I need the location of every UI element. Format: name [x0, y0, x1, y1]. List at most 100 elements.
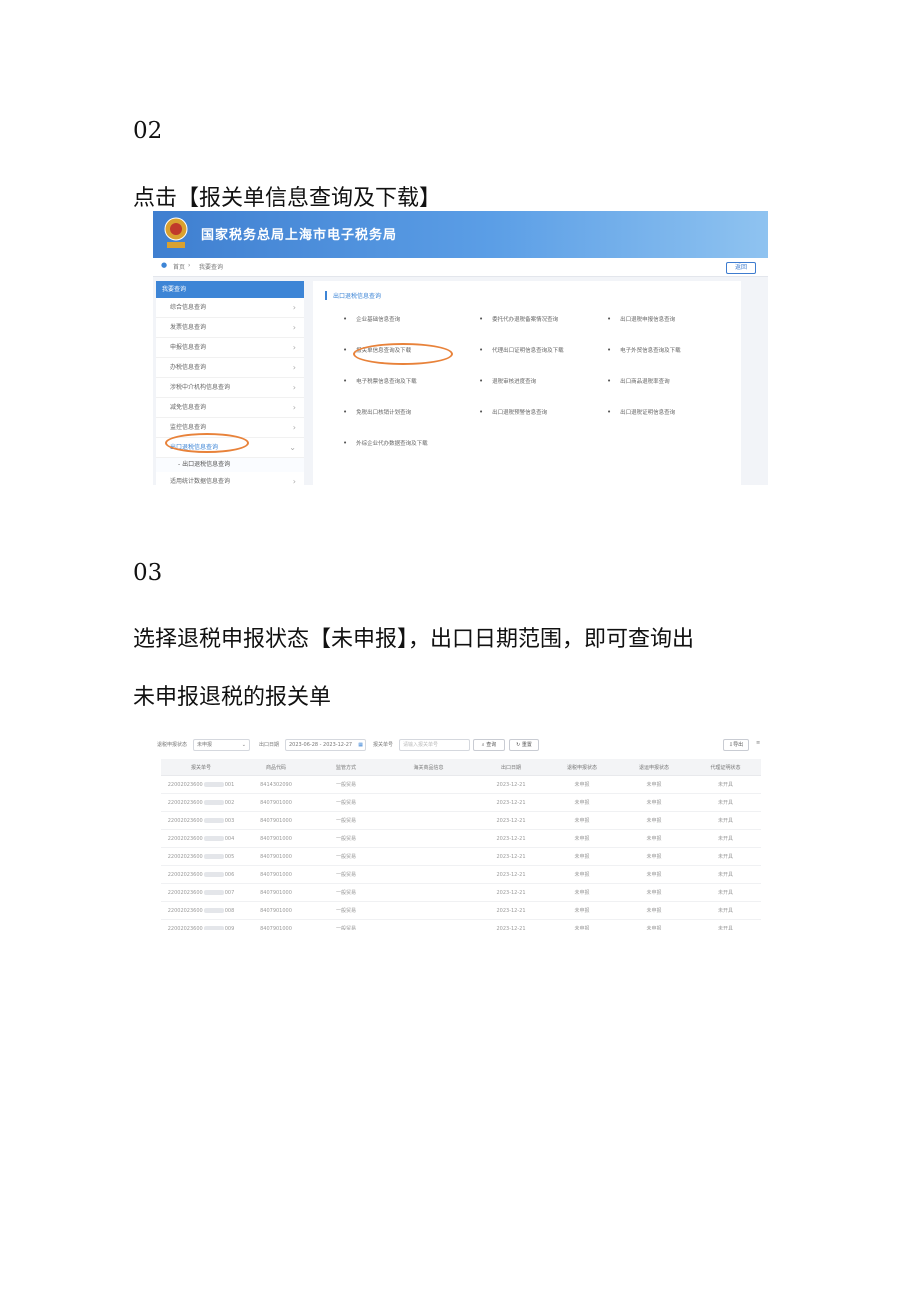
table-row[interactable]: 22002023600 009 8407901000 一般贸易 2023-12-21 未申… [161, 919, 761, 931]
sidebar-item[interactable]: 减免信息查询 › [156, 398, 304, 418]
cell-refund-status: 未申报 [546, 919, 618, 930]
sidebar: 我要查询 综合信息查询 › 发票信息查询 › 申报信息查询 › 办税信息查询 › 涉税中介机构信… [156, 281, 304, 485]
cell-product-code: 8407901000 [241, 793, 311, 812]
sidebar-item-last[interactable]: 适用统计数据信息查询 › [156, 472, 304, 485]
cell-trade-mode: 一般贸易 [311, 775, 381, 794]
cell-product-code: 8407901000 [241, 901, 311, 920]
chevron-right-icon: › [292, 343, 296, 352]
decl-suffix: 002 [224, 799, 235, 806]
cell-trade-mode: 一般贸易 [311, 793, 381, 812]
screenshot-declaration-results: 退税申报状态 未申报 ⌄ 出口日期 2023-06-28 - 2023-12-27… [153, 735, 768, 930]
chevron-right-icon: › [292, 477, 296, 485]
table-row[interactable]: 22002023600 001 8414302090 一般贸易 2023-12-21 未申… [161, 775, 761, 794]
status-select[interactable]: 未申报 ⌄ [193, 739, 250, 751]
column-header[interactable]: 退运申报状态 [618, 759, 690, 776]
decl-suffix: 008 [224, 907, 235, 914]
settings-icon[interactable]: ≡ [756, 740, 760, 746]
sidebar-item[interactable]: 申报信息查询 › [156, 338, 304, 358]
column-header[interactable]: 出口日期 [476, 759, 546, 776]
column-header[interactable]: 监管方式 [311, 759, 381, 776]
redaction [203, 925, 224, 930]
cell-customs-info [381, 919, 476, 930]
cell-refund-status: 未申报 [546, 829, 618, 848]
decl-prefix: 22002023600 [167, 925, 203, 931]
decl-prefix: 22002023600 [167, 853, 203, 860]
query-link[interactable]: 电子外贸信息查询及下载 [607, 346, 681, 354]
redaction [203, 781, 224, 787]
cell-refund-status: 未申报 [546, 883, 618, 902]
decl-number-input[interactable]: 请输入报关单号 [399, 739, 470, 751]
chevron-right-icon: › [292, 363, 296, 372]
table-row[interactable]: 22002023600 006 8407901000 一般贸易 2023-12-21 未申… [161, 865, 761, 884]
redaction [203, 817, 224, 823]
redaction [203, 799, 224, 805]
decl-suffix: 001 [224, 781, 235, 788]
cell-trade-mode: 一般贸易 [311, 829, 381, 848]
table-row[interactable]: 22002023600 003 8407901000 一般贸易 2023-12-21 未申… [161, 811, 761, 830]
search-icon: ⌕ [481, 742, 485, 748]
sidebar-sub-item[interactable]: - 出口退税信息查询 [156, 458, 304, 472]
cell-return-status: 未申报 [618, 865, 690, 884]
cell-export-date: 2023-12-21 [476, 901, 546, 920]
query-link[interactable]: 企业基础信息查询 [343, 315, 400, 323]
table-row[interactable]: 22002023600 002 8407901000 一般贸易 2023-12-21 未申… [161, 793, 761, 812]
export-button[interactable]: ⇩导出 [723, 739, 749, 751]
sidebar-item[interactable]: 涉税中介机构信息查询 › [156, 378, 304, 398]
cell-customs-info [381, 847, 476, 866]
cell-proof-status: 未开具 [690, 865, 761, 884]
query-link[interactable]: 电子税票信息查询及下载 [343, 377, 417, 385]
chevron-down-icon: ⌄ [289, 443, 296, 452]
table-row[interactable]: 22002023600 004 8407901000 一般贸易 2023-12-21 未申… [161, 829, 761, 848]
reset-icon: ↻ [516, 742, 521, 748]
cell-product-code: 8407901000 [241, 865, 311, 884]
cell-product-code: 8407901000 [241, 829, 311, 848]
cell-export-date: 2023-12-21 [476, 883, 546, 902]
sidebar-item[interactable]: 综合信息查询 › [156, 298, 304, 318]
column-header[interactable]: 商品代码 [241, 759, 311, 776]
query-link[interactable]: 代理出口证明信息查询及下载 [479, 346, 564, 354]
cell-customs-info [381, 829, 476, 848]
decl-prefix: 22002023600 [167, 835, 203, 842]
sidebar-item[interactable]: 办税信息查询 › [156, 358, 304, 378]
cell-customs-info [381, 901, 476, 920]
table-row[interactable]: 22002023600 007 8407901000 一般贸易 2023-12-21 未申… [161, 883, 761, 902]
calendar-icon: ▦ [358, 742, 363, 748]
column-header[interactable]: 海关商品信息 [381, 759, 476, 776]
cell-proof-status: 未开具 [690, 775, 761, 794]
column-header[interactable]: 代理证明状态 [690, 759, 761, 776]
query-link[interactable]: 委托代办退税备案情况查询 [479, 315, 558, 323]
cell-customs-info [381, 811, 476, 830]
breadcrumb-home[interactable]: 首页 [173, 262, 185, 271]
search-button[interactable]: ⌕ 查询 [473, 739, 505, 751]
query-link[interactable]: 退税审核进度查询 [479, 377, 536, 385]
sidebar-item[interactable]: 发票信息查询 › [156, 318, 304, 338]
cell-customs-info [381, 793, 476, 812]
query-link[interactable]: 出口退税证明信息查询 [607, 408, 675, 416]
query-link[interactable]: 外综企业代办数据查询及下载 [343, 439, 428, 447]
table-row[interactable]: 22002023600 005 8407901000 一般贸易 2023-12-21 未申… [161, 847, 761, 866]
cell-proof-status: 未开具 [690, 811, 761, 830]
redaction [203, 907, 224, 913]
site-banner: 国家税务总局上海市电子税务局 [153, 211, 768, 258]
cell-refund-status: 未申报 [546, 775, 618, 794]
query-link[interactable]: 出口商品退税率查询 [607, 377, 670, 385]
column-header[interactable]: 报关单号 [161, 759, 241, 776]
breadcrumb-current: 我要查询 [199, 264, 224, 271]
cell-customs-info [381, 883, 476, 902]
cell-trade-mode: 一般贸易 [311, 883, 381, 902]
column-header[interactable]: 退税申报状态 [546, 759, 618, 776]
query-link[interactable]: 免税出口核销计划查询 [343, 408, 411, 416]
cell-declaration-number: 22002023600 005 [161, 847, 241, 866]
chevron-right-icon: › [292, 383, 296, 392]
cell-customs-info [381, 865, 476, 884]
step-3-instruction-line1: 选择退税申报状态【未申报】，出口日期范围，即可查询出 [133, 627, 695, 652]
table-row[interactable]: 22002023600 008 8407901000 一般贸易 2023-12-21 未申… [161, 901, 761, 920]
query-link[interactable]: 出口退税预警信息查询 [479, 408, 547, 416]
decl-suffix: 005 [224, 853, 235, 860]
cell-return-status: 未申报 [618, 919, 690, 930]
query-link[interactable]: 出口退税申报信息查询 [607, 315, 675, 323]
reset-button[interactable]: ↻ 重置 [509, 739, 539, 751]
back-button[interactable]: 返回 [726, 262, 756, 274]
cell-proof-status: 未开具 [690, 847, 761, 866]
date-range-input[interactable]: 2023-06-28 - 2023-12-27 ▦ [285, 739, 366, 751]
